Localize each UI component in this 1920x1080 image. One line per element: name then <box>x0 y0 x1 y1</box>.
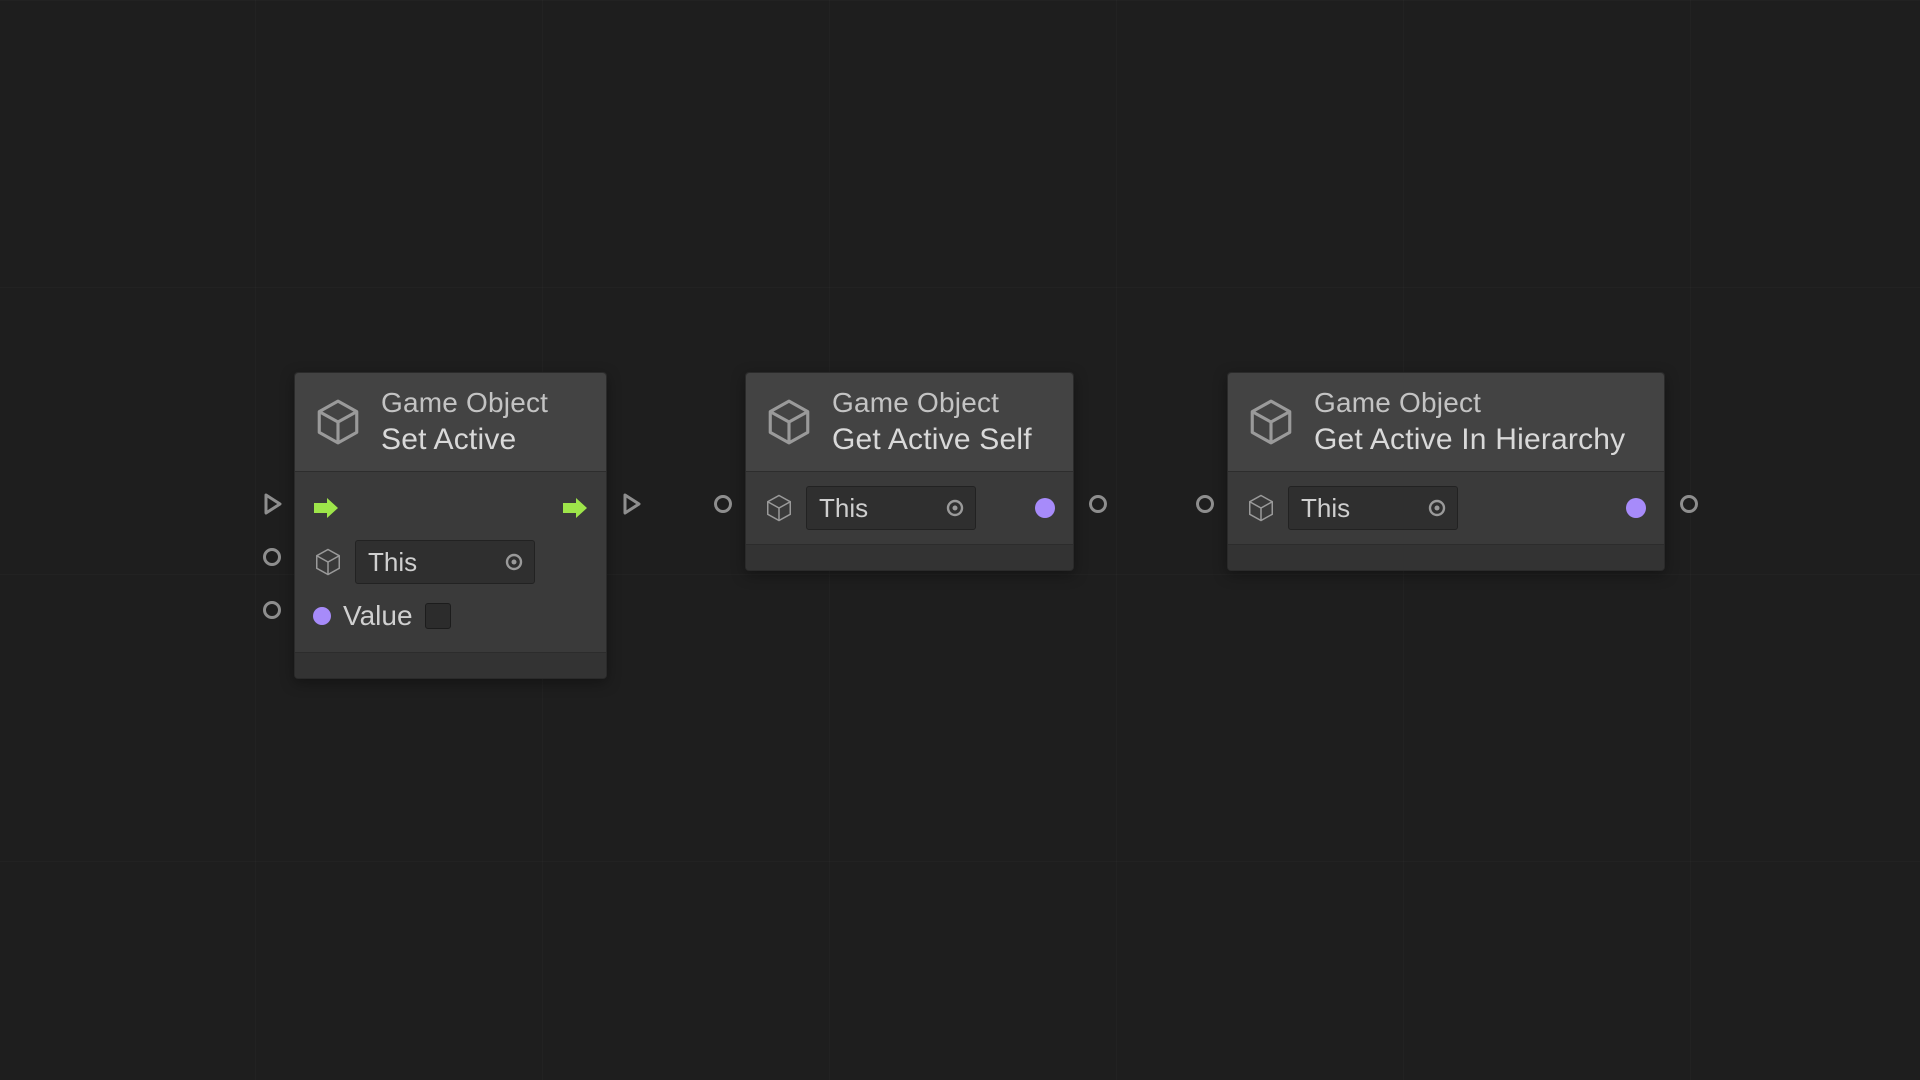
value-input-row: Value <box>313 590 588 642</box>
node-title: Get Active In Hierarchy <box>1314 423 1625 457</box>
node-category: Game Object <box>1314 387 1625 419</box>
node-category: Game Object <box>381 387 548 419</box>
io-row: This <box>764 482 1055 534</box>
object-picker-icon[interactable] <box>504 552 524 572</box>
bool-output-icon <box>1626 498 1646 518</box>
node-set-active[interactable]: Game Object Set Active Th <box>294 372 607 679</box>
node-get-active-in-hierarchy[interactable]: Game Object Get Active In Hierarchy This <box>1227 372 1665 571</box>
flow-in-port[interactable] <box>263 493 281 511</box>
node-header[interactable]: Game Object Set Active <box>295 373 606 472</box>
target-input-row: This <box>313 536 588 588</box>
node-footer <box>746 544 1073 570</box>
gameobject-icon <box>313 397 363 447</box>
target-object-field[interactable]: This <box>355 540 535 584</box>
io-row: This <box>1246 482 1646 534</box>
target-in-port[interactable] <box>263 548 281 566</box>
node-title: Get Active Self <box>832 423 1032 457</box>
node-get-active-self[interactable]: Game Object Get Active Self This <box>745 372 1074 571</box>
node-footer <box>295 652 606 678</box>
node-footer <box>1228 544 1664 570</box>
node-category: Game Object <box>832 387 1032 419</box>
node-header[interactable]: Game Object Get Active Self <box>746 373 1073 472</box>
graph-canvas[interactable]: Game Object Set Active Th <box>0 0 1920 1080</box>
bool-output-icon <box>1035 498 1055 518</box>
gameobject-icon <box>313 547 343 577</box>
bool-type-icon <box>313 607 331 625</box>
gameobject-icon <box>764 493 794 523</box>
flow-out-port[interactable] <box>622 493 640 511</box>
value-in-port[interactable] <box>263 601 281 619</box>
bool-out-port[interactable] <box>1089 495 1107 513</box>
object-picker-icon[interactable] <box>945 498 965 518</box>
gameobject-icon <box>1246 493 1276 523</box>
target-object-value: This <box>1301 493 1350 524</box>
object-picker-icon[interactable] <box>1427 498 1447 518</box>
gameobject-icon <box>764 397 814 447</box>
bool-out-port[interactable] <box>1680 495 1698 513</box>
target-in-port[interactable] <box>1196 495 1214 513</box>
target-object-field[interactable]: This <box>1288 486 1458 530</box>
node-title: Set Active <box>381 423 548 457</box>
flow-out-arrow-icon <box>562 497 588 519</box>
flow-row <box>313 482 588 534</box>
target-object-value: This <box>819 493 868 524</box>
gameobject-icon <box>1246 397 1296 447</box>
target-object-value: This <box>368 547 417 578</box>
value-label: Value <box>343 600 413 632</box>
target-object-field[interactable]: This <box>806 486 976 530</box>
target-in-port[interactable] <box>714 495 732 513</box>
value-checkbox[interactable] <box>425 603 451 629</box>
flow-in-arrow-icon <box>313 497 339 519</box>
node-header[interactable]: Game Object Get Active In Hierarchy <box>1228 373 1664 472</box>
